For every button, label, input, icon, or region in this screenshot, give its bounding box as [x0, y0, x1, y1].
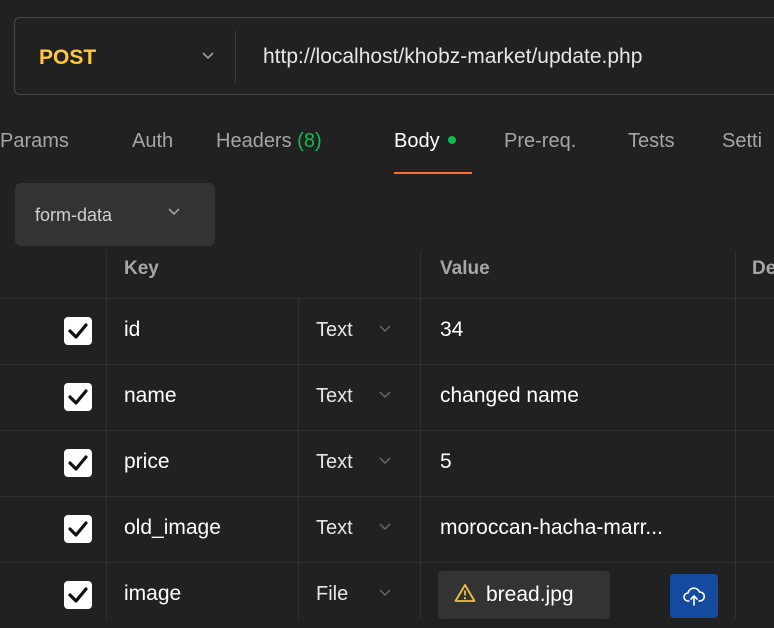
- divider: [235, 31, 236, 83]
- tab-headers[interactable]: Headers (8): [216, 130, 322, 153]
- checkmark-icon: [68, 389, 88, 405]
- type-selector[interactable]: Text: [316, 451, 353, 474]
- table-row: price Text 5: [0, 430, 774, 496]
- column-header-value: Value: [440, 258, 490, 279]
- tab-body-label: Body: [394, 130, 440, 152]
- checkmark-icon: [68, 587, 88, 603]
- key-cell[interactable]: price: [124, 450, 170, 474]
- tab-params[interactable]: Params: [0, 130, 69, 153]
- table-row: image File bread.jpg: [0, 562, 774, 628]
- value-cell[interactable]: changed name: [440, 384, 579, 408]
- type-selector[interactable]: Text: [316, 517, 353, 540]
- tab-settings[interactable]: Setti: [722, 130, 762, 153]
- chevron-down-icon[interactable]: [378, 453, 392, 470]
- body-mode-dropdown[interactable]: form-data: [15, 183, 215, 246]
- file-name: bread.jpg: [486, 583, 574, 606]
- method-selector[interactable]: POST: [39, 46, 96, 70]
- row-checkbox[interactable]: [64, 317, 92, 345]
- key-cell[interactable]: old_image: [124, 516, 221, 540]
- table-row: old_image Text moroccan-hacha-marr...: [0, 496, 774, 562]
- row-checkbox[interactable]: [64, 449, 92, 477]
- chevron-down-icon[interactable]: [378, 321, 392, 338]
- type-selector[interactable]: File: [316, 583, 348, 606]
- tab-pre-request[interactable]: Pre-req.: [504, 130, 576, 153]
- column-header-key: Key: [124, 258, 159, 279]
- checkmark-icon: [68, 521, 88, 537]
- chevron-down-icon: [167, 204, 181, 221]
- url-input[interactable]: http://localhost/khobz-market/update.php: [263, 45, 642, 69]
- active-tab-indicator: [394, 172, 472, 174]
- cloud-upload-icon: [683, 587, 706, 606]
- checkmark-icon: [68, 455, 88, 471]
- tab-auth[interactable]: Auth: [132, 130, 173, 153]
- type-selector[interactable]: Text: [316, 319, 353, 342]
- modified-dot-icon: [447, 135, 456, 144]
- row-checkbox[interactable]: [64, 515, 92, 543]
- table-row: name Text changed name: [0, 364, 774, 430]
- upload-file-button[interactable]: [670, 574, 718, 618]
- tab-tests[interactable]: Tests: [628, 130, 675, 153]
- key-cell[interactable]: id: [124, 318, 140, 342]
- checkmark-icon: [68, 323, 88, 339]
- chevron-down-icon[interactable]: [378, 387, 392, 404]
- request-tabs: Params Auth Headers (8) Body Pre-req. Te…: [0, 130, 774, 170]
- file-chip[interactable]: bread.jpg: [438, 571, 610, 619]
- request-url-bar: POST http://localhost/khobz-market/updat…: [14, 17, 774, 95]
- value-cell[interactable]: moroccan-hacha-marr...: [440, 516, 663, 540]
- value-cell[interactable]: 34: [440, 318, 463, 342]
- type-selector[interactable]: Text: [316, 385, 353, 408]
- table-row: id Text 34: [0, 298, 774, 364]
- warning-icon: [454, 583, 476, 609]
- chevron-down-icon[interactable]: [378, 585, 392, 602]
- key-cell[interactable]: image: [124, 582, 181, 606]
- chevron-down-icon[interactable]: [378, 519, 392, 536]
- body-mode-label: form-data: [35, 205, 113, 225]
- chevron-down-icon[interactable]: [201, 48, 215, 62]
- headers-count-badge: (8): [297, 130, 322, 152]
- form-data-table: Key Value De id Text 34 name Text change…: [0, 250, 774, 619]
- tab-headers-label: Headers: [216, 130, 292, 152]
- value-cell[interactable]: 5: [440, 450, 452, 474]
- row-checkbox[interactable]: [64, 383, 92, 411]
- key-cell[interactable]: name: [124, 384, 177, 408]
- tab-body[interactable]: Body: [394, 130, 456, 153]
- column-header-description: De: [752, 258, 774, 279]
- row-checkbox[interactable]: [64, 581, 92, 609]
